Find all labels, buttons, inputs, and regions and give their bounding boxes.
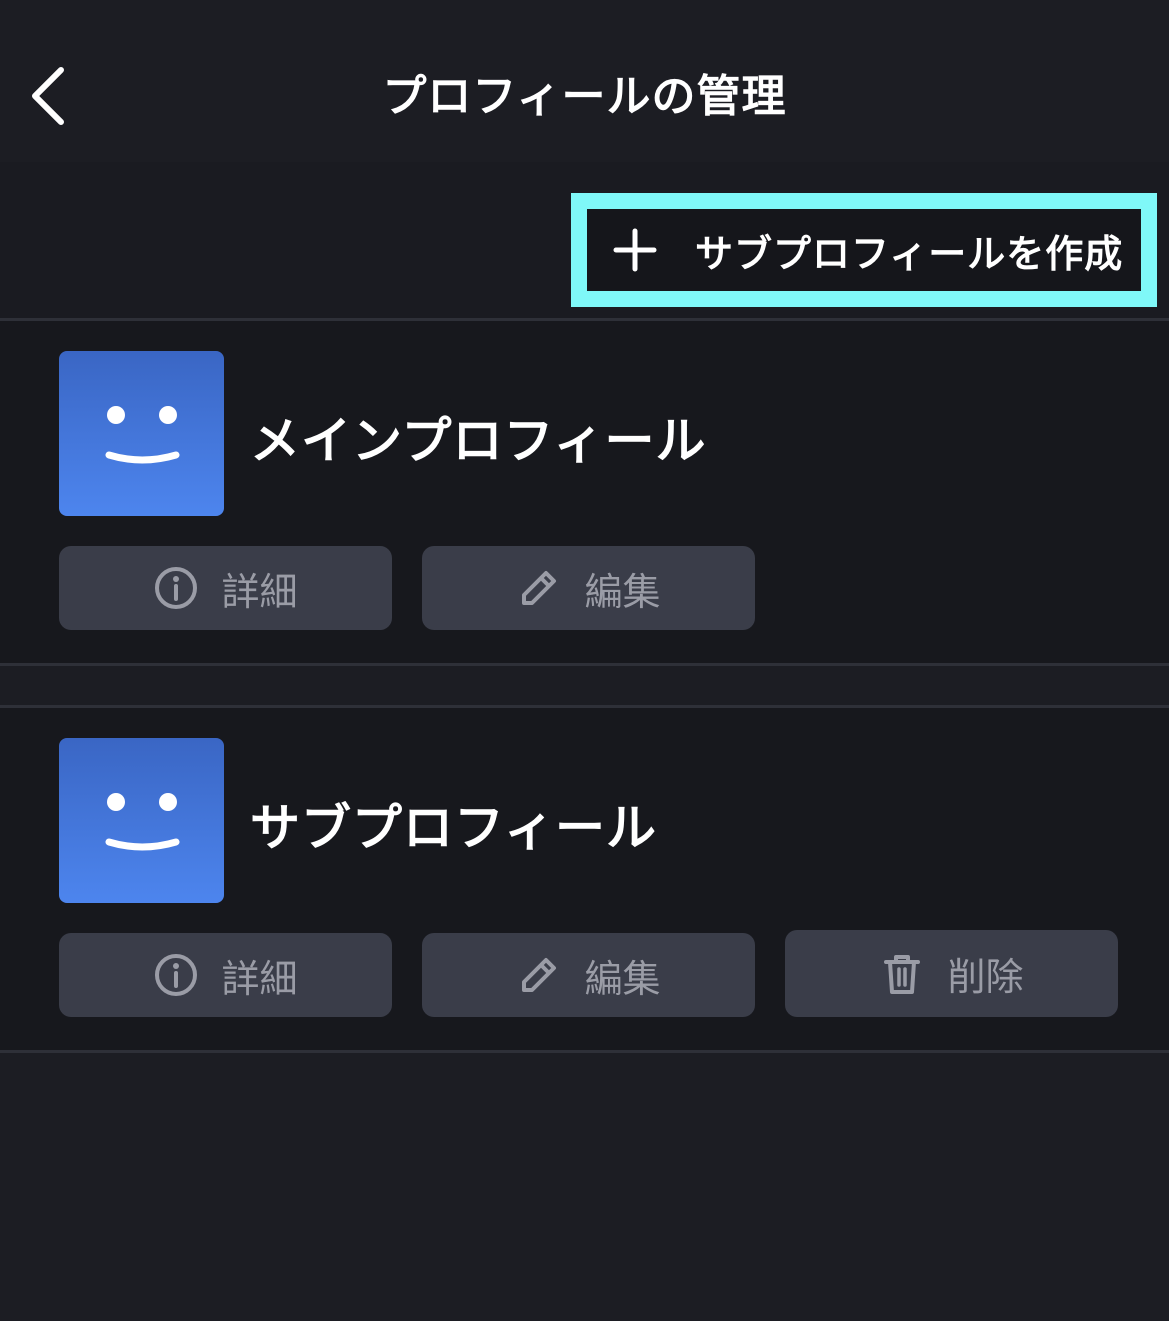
- details-label: 詳細: [221, 956, 298, 1001]
- profile-name: サブプロフィール: [250, 799, 657, 857]
- toolbar: サブプロフィールを作成: [0, 162, 1169, 319]
- avatar: [59, 351, 224, 516]
- pencil-icon: [522, 958, 557, 992]
- info-icon: [155, 567, 198, 609]
- create-subprofile-button[interactable]: サブプロフィールを作成: [571, 193, 1157, 307]
- section-gap: [0, 666, 1169, 705]
- pencil-icon: [522, 571, 557, 605]
- edit-button[interactable]: 編集: [422, 933, 755, 1017]
- edit-label: 編集: [584, 569, 661, 614]
- delete-label: 削除: [947, 955, 1024, 999]
- profile-management-screen: プロフィールの管理 サブプロフィールを作成 メインプロフィール 詳細 編集 サブ…: [0, 0, 1169, 1321]
- plus-icon: [613, 228, 657, 272]
- smiley-face-icon: [105, 793, 180, 851]
- divider: [0, 1050, 1169, 1053]
- profile-name: メインプロフィール: [250, 412, 707, 470]
- edit-label: 編集: [584, 956, 661, 1001]
- page-title: プロフィールの管理: [382, 71, 787, 122]
- profile-card-sub: サブプロフィール 詳細 編集 削除: [0, 708, 1169, 1050]
- smiley-face-icon: [105, 406, 180, 464]
- details-button[interactable]: 詳細: [59, 933, 392, 1017]
- trash-icon: [884, 954, 921, 994]
- create-subprofile-label: サブプロフィールを作成: [695, 231, 1124, 276]
- info-icon: [155, 954, 198, 996]
- edit-button[interactable]: 編集: [422, 546, 755, 630]
- avatar: [59, 738, 224, 903]
- details-button[interactable]: 詳細: [59, 546, 392, 630]
- header-bar: プロフィールの管理: [0, 0, 1169, 162]
- delete-button[interactable]: 削除: [785, 930, 1118, 1017]
- details-label: 詳細: [221, 569, 298, 614]
- profile-card-main: メインプロフィール 詳細 編集: [0, 321, 1169, 663]
